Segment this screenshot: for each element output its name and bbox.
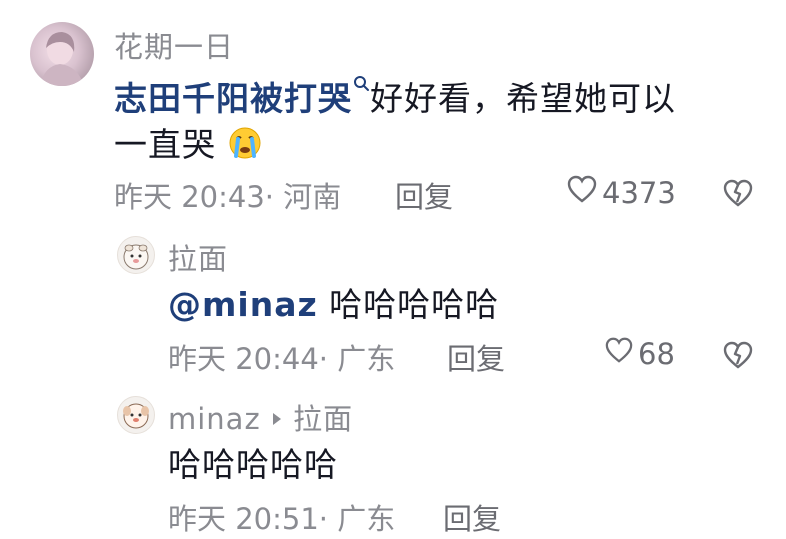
- broken-heart-icon[interactable]: [722, 178, 754, 212]
- mention-link[interactable]: @minaz: [168, 285, 318, 324]
- triangle-right-icon: [271, 402, 283, 436]
- reply-location: · 广东: [318, 342, 396, 376]
- reply-time: 昨天 20:51: [168, 502, 319, 536]
- like-count: 4373: [602, 175, 676, 210]
- like-button[interactable]: 4373: [566, 174, 676, 211]
- reply-location: · 广东: [318, 502, 396, 536]
- reply-text: 哈哈哈哈哈: [168, 445, 338, 484]
- reply-button[interactable]: 回复: [395, 174, 453, 216]
- reply-meta: 昨天 20:44· 广东: [168, 336, 395, 378]
- reply-body: 哈哈哈哈哈: [168, 442, 338, 488]
- comment-body: 志田千阳被打哭 好好看，希望她可以: [114, 74, 676, 122]
- reply-button[interactable]: 回复: [443, 496, 501, 538]
- like-count: 68: [638, 336, 675, 371]
- reply-time: 昨天 20:44: [168, 342, 319, 376]
- like-button[interactable]: 68: [604, 336, 675, 371]
- comment-text-line2: 一直哭: [114, 125, 216, 164]
- avatar-image: [40, 32, 84, 86]
- comment-username[interactable]: 花期一日: [114, 24, 234, 66]
- avatar[interactable]: [117, 236, 155, 274]
- reply-to-username[interactable]: 拉面: [293, 402, 353, 436]
- comment-location: · 河南: [264, 180, 342, 214]
- reply-meta: 昨天 20:51· 广东: [168, 496, 395, 538]
- heart-outline-icon: [604, 336, 638, 371]
- comment-body-line2: 一直哭: [114, 122, 262, 168]
- reply-text: 哈哈哈哈哈: [329, 285, 500, 324]
- hashtag-link[interactable]: 志田千阳被打哭: [114, 79, 352, 118]
- reply-username[interactable]: minaz: [168, 402, 261, 436]
- avatar-image: [123, 244, 149, 270]
- avatar[interactable]: [117, 396, 155, 434]
- search-icon[interactable]: [352, 76, 370, 118]
- avatar[interactable]: [30, 22, 94, 86]
- reply-body: @minaz 哈哈哈哈哈: [168, 282, 499, 328]
- reply-username[interactable]: 拉面: [168, 236, 228, 278]
- comment-text-line1: 好好看，希望她可以: [370, 79, 676, 118]
- heart-outline-icon: [566, 174, 602, 211]
- reply-button[interactable]: 回复: [447, 336, 505, 378]
- crying-face-icon: [228, 125, 262, 164]
- reply-username-line: minaz 拉面: [168, 396, 353, 438]
- broken-heart-icon[interactable]: [722, 340, 754, 374]
- comment-time: 昨天 20:43: [114, 180, 265, 214]
- comment-meta: 昨天 20:43· 河南: [114, 174, 341, 216]
- avatar-image: [123, 403, 149, 429]
